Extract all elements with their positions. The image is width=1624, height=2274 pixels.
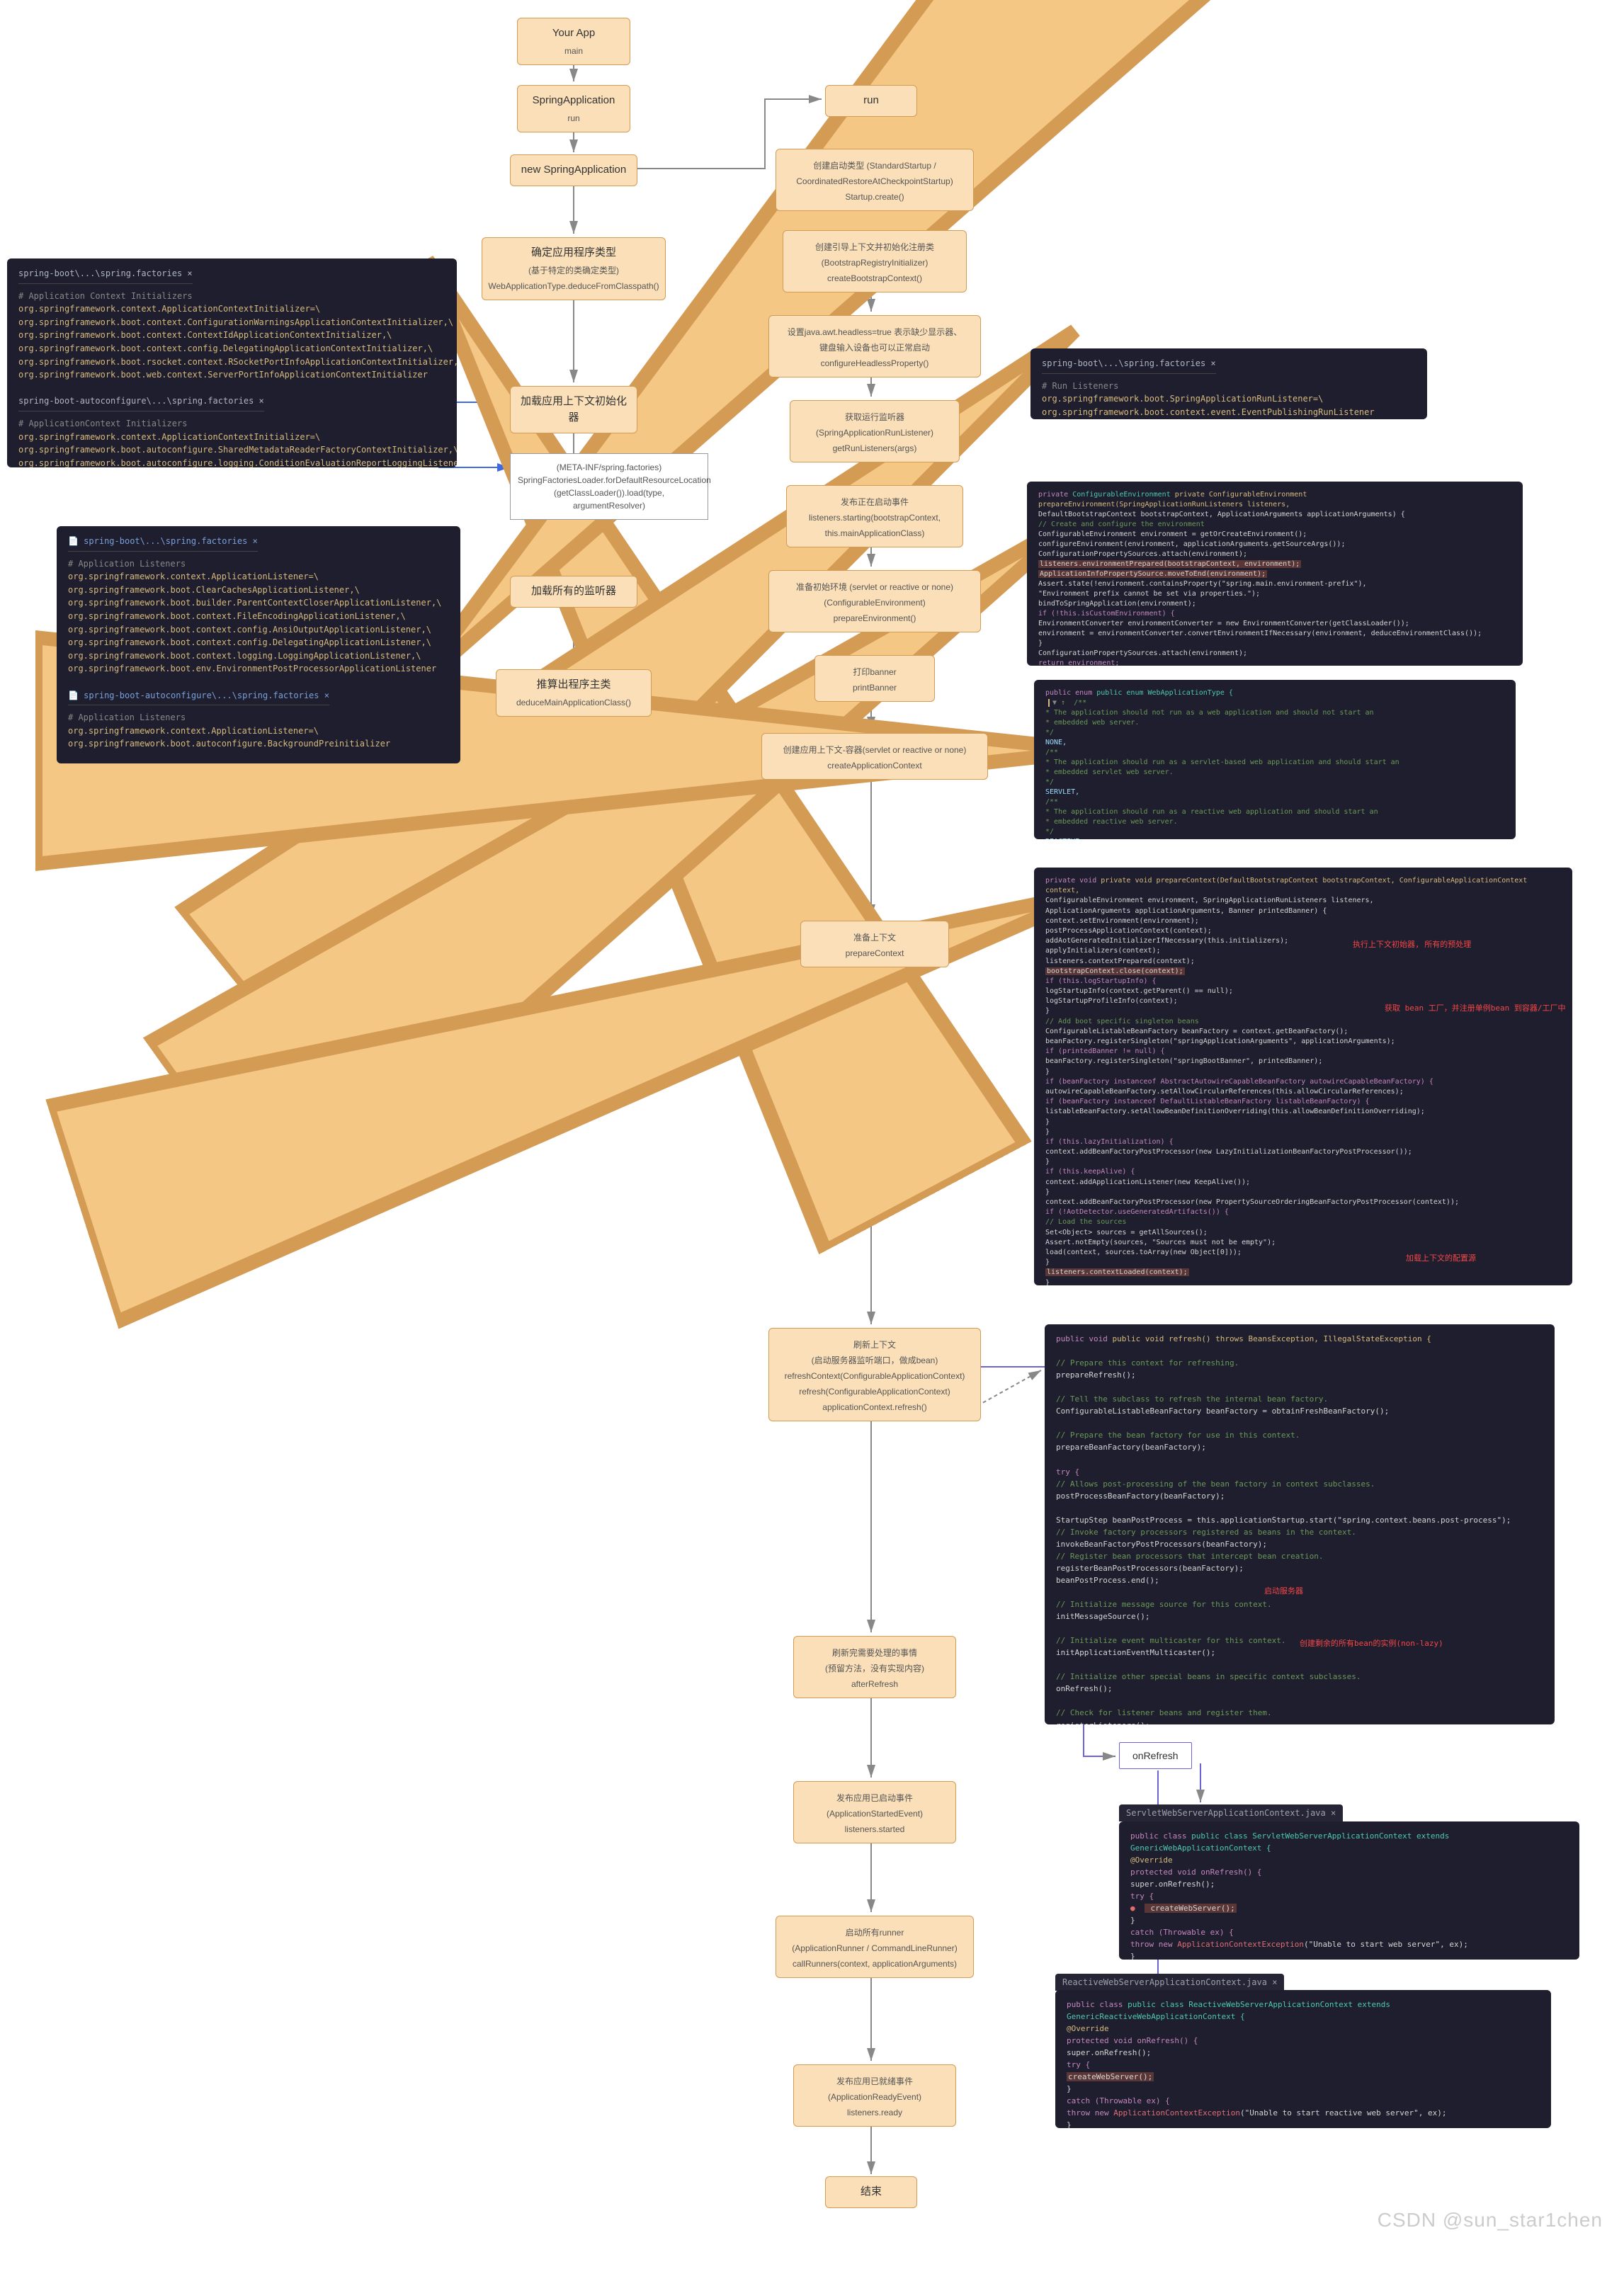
meta-inf-box: (META-INF/spring.factories) SpringFactor…	[510, 453, 708, 520]
node-print-banner: 打印banner printBanner	[814, 655, 935, 702]
node-your-app: Your App main	[517, 18, 630, 65]
node-end: 结束	[825, 2176, 917, 2208]
code-reactive: public class public class ReactiveWebSer…	[1055, 1990, 1551, 2128]
node-deduce-type: 确定应用程序类型 (基于特定的类确定类型) WebApplicationType…	[482, 237, 666, 300]
node-new-spring-app: new SpringApplication	[510, 154, 637, 186]
node-create-context: 创建应用上下文-容器(servlet or reactive or none) …	[761, 733, 988, 780]
node-load-listeners: 加载所有的监听器	[510, 576, 637, 608]
code-initializers: spring-boot\...\spring.factories × # App…	[7, 258, 457, 467]
node-startup-create: 创建启动类型 (StandardStartup / CoordinatedRes…	[776, 149, 974, 211]
node-started-event: 发布应用已启动事件 (ApplicationStartedEvent) list…	[793, 1781, 956, 1843]
code-servlet: public class public class ServletWebServ…	[1119, 1821, 1579, 1960]
tab-servlet: ServletWebServerApplicationContext.java …	[1119, 1804, 1343, 1821]
code-webapp-type: public enum public enum WebApplicationTy…	[1034, 680, 1516, 839]
node-refresh-context: 刷新上下文 (启动服务器监听端口，做成bean) refreshContext(…	[768, 1328, 981, 1421]
node-load-initializers: 加载应用上下文初始化器	[510, 386, 637, 433]
annot-refresh-a2: 创建剩余的所有bean的实例(non-lazy)	[1300, 1637, 1443, 1649]
tab-reactive: ReactiveWebServerApplicationContext.java…	[1055, 1974, 1284, 1991]
node-deduce-main: 推算出程序主类 deduceMainApplicationClass()	[496, 669, 652, 717]
node-prepare-context: 准备上下文 prepareContext	[800, 921, 949, 967]
file-icon: 📄	[68, 536, 84, 546]
node-prepare-env: 准备初始环境 (servlet or reactive or none) (Co…	[768, 570, 981, 632]
code-prepare-context: private void private void prepareContext…	[1034, 868, 1572, 1285]
file-icon: 📄	[68, 690, 84, 700]
node-run: run	[825, 85, 917, 117]
node-bootstrap-context: 创建引导上下文并初始化注册类 (BootstrapRegistryInitial…	[783, 230, 967, 292]
node-after-refresh: 刷新完需要处理的事情 (预留方法，没有实现内容) afterRefresh	[793, 1636, 956, 1698]
watermark: CSDN @sun_star1chen	[1378, 2209, 1603, 2232]
annot-refresh-a1: 启动服务器	[1264, 1585, 1303, 1596]
node-run-listeners: 获取运行监听器 (SpringApplicationRunListener) g…	[790, 400, 960, 462]
code-run-listeners: spring-boot\...\spring.factories × # Run…	[1030, 348, 1427, 419]
code-listeners: 📄 spring-boot\...\spring.factories × # A…	[57, 526, 460, 763]
node-onrefresh: onRefresh	[1119, 1742, 1192, 1769]
node-spring-application: SpringApplication run	[517, 85, 630, 132]
node-ready-event: 发布应用已就绪事件 (ApplicationReadyEvent) listen…	[793, 2064, 956, 2127]
node-call-runners: 启动所有runner (ApplicationRunner / CommandL…	[776, 1916, 974, 1978]
code-prepare-env: private ConfigurableEnvironment private …	[1027, 482, 1523, 666]
code-refresh: public void public void refresh() throws…	[1045, 1324, 1555, 1724]
annot-a1: 执行上下文初始器, 所有的预处理	[1353, 938, 1471, 950]
node-starting-event: 发布正在启动事件 listeners.starting(bootstrapCon…	[786, 485, 963, 547]
annot-a2: 获取 bean 工厂，并注册单例bean 到容器/工厂中	[1385, 1002, 1565, 1013]
annot-a3: 加载上下文的配置源	[1406, 1252, 1476, 1263]
node-headless: 设置java.awt.headless=true 表示缺少显示器、 键盘输入设备…	[768, 315, 981, 377]
